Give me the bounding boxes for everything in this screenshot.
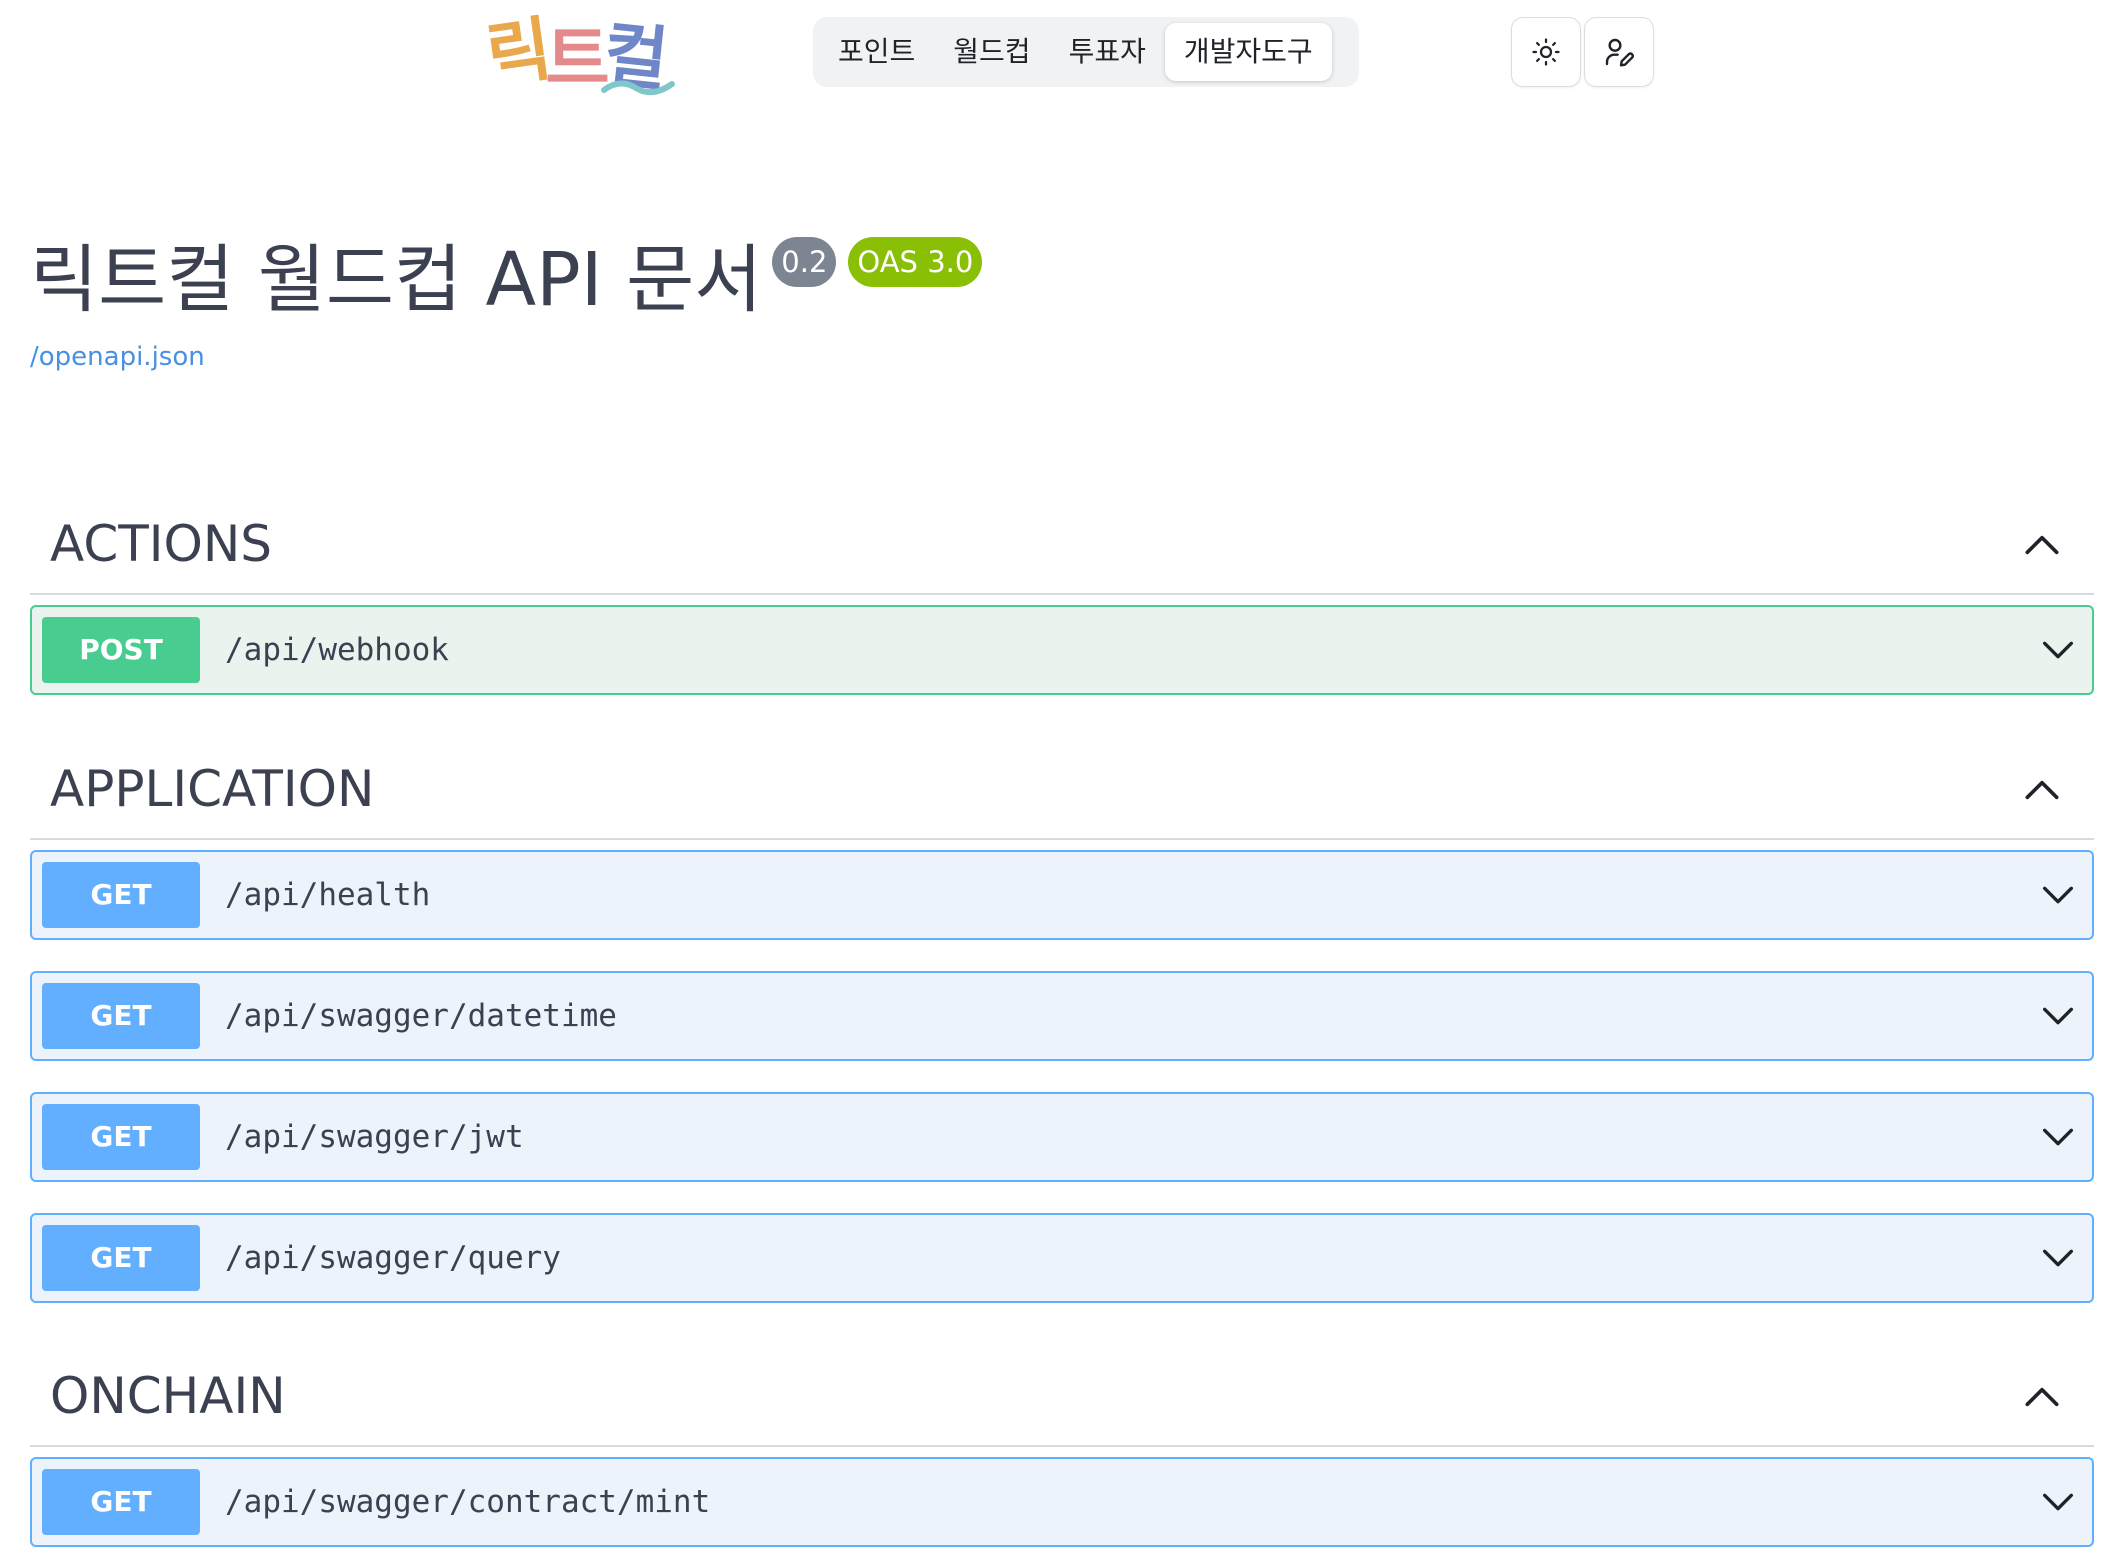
chevron-down-icon[interactable] [2038,630,2078,670]
user-pen-icon [1605,38,1634,67]
operation-path: /api/swagger/query [225,1240,561,1276]
oas-badge: OAS 3.0 [848,237,983,287]
operation-path: /api/health [225,877,431,913]
section-actions: ACTIONS POST /api/webhook [30,495,2094,695]
chevron-up-icon[interactable] [2020,1375,2064,1419]
method-badge-get: GET [42,862,200,928]
section-title: ONCHAIN [50,1367,286,1425]
operation-get-swagger-query[interactable]: GET /api/swagger/query [30,1213,2094,1303]
method-badge-get: GET [42,1225,200,1291]
operation-get-swagger-datetime[interactable]: GET /api/swagger/datetime [30,971,2094,1061]
section-header-onchain[interactable]: ONCHAIN [30,1347,2094,1447]
nav-tab-worldcup[interactable]: 월드컵 [934,23,1049,81]
chevron-up-icon[interactable] [2020,523,2064,567]
nav-tab-voters[interactable]: 투표자 [1050,23,1165,81]
operation-path: /api/swagger/contract/mint [225,1484,711,1520]
method-badge-get: GET [42,1104,200,1170]
account-button[interactable] [1584,17,1654,87]
chevron-down-icon[interactable] [2038,996,2078,1036]
chevron-up-icon[interactable] [2020,768,2064,812]
nav-tab-points[interactable]: 포인트 [819,23,934,81]
chevron-down-icon[interactable] [2038,1117,2078,1157]
operation-path: /api/swagger/jwt [225,1119,524,1155]
chevron-down-icon[interactable] [2038,1238,2078,1278]
chevron-down-icon[interactable] [2038,875,2078,915]
openapi-json-link[interactable]: /openapi.json [30,342,205,372]
section-onchain: ONCHAIN GET /api/swagger/contract/mint [30,1347,2094,1547]
nav-tab-devtools[interactable]: 개발자도구 [1164,23,1332,81]
logo-swirl-decoration [601,80,675,96]
api-title-row: 릭트컬 월드컵 API 문서 0.2 OAS 3.0 [30,225,983,335]
operation-get-swagger-contract-mint[interactable]: GET /api/swagger/contract/mint [30,1457,2094,1547]
section-application: APPLICATION GET /api/health GET /api/swa… [30,740,2094,1303]
operation-path: /api/webhook [225,632,449,668]
operation-get-health[interactable]: GET /api/health [30,850,2094,940]
page-title: 릭트컬 월드컵 API 문서 [30,237,763,323]
top-navbar: 릭트컬 포인트 월드컵 투표자 개발자도구 [0,0,2121,110]
operation-get-swagger-jwt[interactable]: GET /api/swagger/jwt [30,1092,2094,1182]
chevron-down-icon[interactable] [2038,1482,2078,1522]
operation-path: /api/swagger/datetime [225,998,617,1034]
section-title: APPLICATION [50,760,375,818]
operation-post-webhook[interactable]: POST /api/webhook [30,605,2094,695]
method-badge-get: GET [42,983,200,1049]
version-badge: 0.2 [772,237,837,287]
theme-toggle-button[interactable] [1511,17,1581,87]
section-header-application[interactable]: APPLICATION [30,740,2094,840]
sun-icon [1532,38,1560,66]
logo-char: 릭 [481,8,551,98]
method-badge-post: POST [42,617,200,683]
section-title: ACTIONS [50,515,273,573]
nav-tabs: 포인트 월드컵 투표자 개발자도구 [813,17,1359,87]
method-badge-get: GET [42,1469,200,1535]
logo-char: 트 [545,18,609,100]
section-header-actions[interactable]: ACTIONS [30,495,2094,595]
